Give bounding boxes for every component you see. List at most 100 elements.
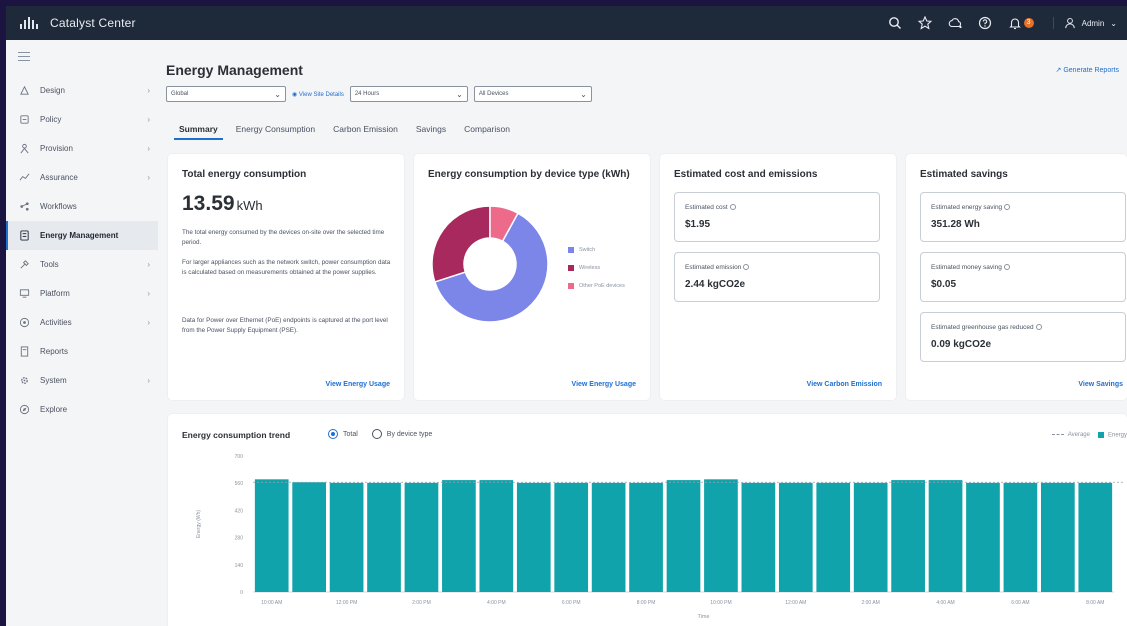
view-savings-link[interactable]: View Savings [1078, 381, 1123, 388]
bar[interactable] [292, 482, 326, 592]
bar[interactable] [704, 479, 738, 592]
sidebar-item-system[interactable]: System › [6, 366, 158, 395]
money-saving-box: Estimated money saving $0.05 [920, 252, 1126, 302]
energy-saving-box: Estimated energy saving 351.28 Wh [920, 192, 1126, 242]
eye-icon: ◉ [292, 91, 298, 98]
view-carbon-emission-link[interactable]: View Carbon Emission [807, 381, 882, 388]
sidebar-item-energy-management[interactable]: Energy Management [6, 221, 158, 250]
bar[interactable] [516, 482, 551, 592]
view-site-details-link[interactable]: ◉ View Site Details [292, 91, 344, 98]
star-icon[interactable] [917, 15, 933, 31]
sidebar-item-label: Platform [40, 289, 70, 298]
user-name: Admin [1081, 18, 1105, 28]
bar[interactable] [853, 482, 888, 592]
radio-total[interactable]: Total [328, 429, 358, 439]
assurance-icon [18, 172, 30, 184]
trend-title: Energy consumption trend [182, 430, 291, 440]
description-text: The total energy consumed by the devices… [182, 229, 385, 246]
sidebar-item-provision[interactable]: Provision › [6, 134, 158, 163]
bar[interactable] [928, 480, 963, 592]
view-energy-usage-link[interactable]: View Energy Usage [572, 381, 636, 388]
bar[interactable] [629, 482, 663, 592]
tab-savings[interactable]: Savings [407, 120, 455, 140]
bar[interactable] [479, 480, 514, 592]
bar[interactable] [816, 482, 851, 592]
tools-icon [18, 259, 30, 271]
external-link-icon: ↗ [1055, 67, 1062, 74]
user-icon [1064, 17, 1075, 29]
bar[interactable] [966, 482, 1000, 592]
legend-other-poe: Other PoE devices [568, 283, 625, 289]
sidebar-item-label: Explore [40, 405, 68, 414]
chevron-right-icon: › [147, 318, 150, 327]
bar[interactable] [891, 480, 925, 592]
tab-carbon-emission[interactable]: Carbon Emission [324, 120, 407, 140]
bar[interactable] [367, 482, 401, 592]
user-menu[interactable]: Admin ⌄ [1052, 17, 1117, 29]
x-tick-label: 4:00 PM [487, 600, 506, 606]
x-tick-label: 10:00 AM [261, 600, 282, 606]
sidebar-item-explore[interactable]: Explore [6, 395, 158, 424]
tab-comparison[interactable]: Comparison [455, 120, 519, 140]
legend-average: Average [1051, 432, 1090, 439]
y-tick-label: 280 [235, 536, 244, 542]
chevron-down-icon: ⌄ [1110, 18, 1117, 28]
search-icon[interactable] [887, 15, 903, 31]
sidebar-item-policy[interactable]: Policy › [6, 105, 158, 134]
generate-reports-link[interactable]: ↗ Generate Reports [1056, 66, 1119, 74]
energy-icon [18, 230, 30, 242]
bar[interactable] [329, 482, 364, 592]
legend-energy: Energy [1097, 432, 1127, 439]
sidebar-item-label: Tools [40, 260, 59, 269]
bar[interactable] [254, 479, 289, 592]
bar[interactable] [666, 480, 701, 592]
bar[interactable] [1041, 482, 1075, 592]
site-select[interactable]: Global ⌄ [166, 86, 286, 102]
energy-trend-card: Energy consumption trend Total By device… [168, 414, 1127, 626]
radio-by-device-type[interactable]: By device type [371, 429, 432, 439]
tab-energy-consumption[interactable]: Energy Consumption [227, 120, 324, 140]
filter-bar: Global ⌄ ◉ View Site Details 24 Hours ⌄ Al… [166, 86, 592, 102]
bar[interactable] [1003, 482, 1038, 592]
x-tick-label: 8:00 AM [1086, 600, 1104, 606]
legend-switch: Switch [568, 247, 595, 253]
top-bar: Catalyst Center 3 Admin ⌄ [6, 6, 1127, 40]
donut-slice-wireless[interactable] [431, 205, 491, 283]
bar[interactable] [554, 482, 589, 592]
bar[interactable] [741, 482, 776, 592]
chevron-right-icon: › [147, 173, 150, 182]
card-title: Estimated cost and emissions [674, 169, 818, 180]
menu-icon[interactable] [18, 52, 30, 62]
bar[interactable] [778, 482, 813, 592]
bar[interactable] [1078, 482, 1113, 592]
x-tick-label: 10:00 PM [710, 600, 731, 606]
sidebar-item-label: Provision [40, 144, 73, 153]
view-energy-usage-link[interactable]: View Energy Usage [326, 381, 390, 388]
time-range-select[interactable]: 24 Hours ⌄ [349, 86, 468, 102]
chevron-down-icon: ⌄ [580, 89, 587, 99]
bar[interactable] [442, 480, 476, 592]
notifications-icon[interactable]: 3 [1007, 15, 1035, 31]
sidebar-item-label: Activities [40, 318, 72, 327]
system-icon [18, 375, 30, 387]
chevron-right-icon: › [147, 260, 150, 269]
help-icon[interactable] [977, 15, 993, 31]
bar[interactable] [591, 482, 626, 592]
cloud-sync-icon[interactable] [947, 15, 963, 31]
sidebar-item-assurance[interactable]: Assurance › [6, 163, 158, 192]
sidebar-item-platform[interactable]: Platform › [6, 279, 158, 308]
description-text: For larger appliances such as the networ… [182, 259, 391, 276]
x-axis-title: Time [697, 614, 709, 620]
x-tick-label: 12:00 PM [336, 600, 357, 606]
sidebar-item-workflows[interactable]: Workflows [6, 192, 158, 221]
sidebar-item-reports[interactable]: Reports [6, 337, 158, 366]
sidebar-item-label: Design [40, 86, 65, 95]
tab-summary[interactable]: Summary [170, 120, 227, 140]
info-icon [743, 264, 750, 270]
sidebar-item-design[interactable]: Design › [6, 76, 158, 105]
bar[interactable] [404, 482, 439, 592]
sidebar-item-activities[interactable]: Activities › [6, 308, 158, 337]
devices-select[interactable]: All Devices ⌄ [473, 86, 592, 102]
sidebar-item-tools[interactable]: Tools › [6, 250, 158, 279]
logo[interactable]: Catalyst Center [20, 16, 136, 30]
